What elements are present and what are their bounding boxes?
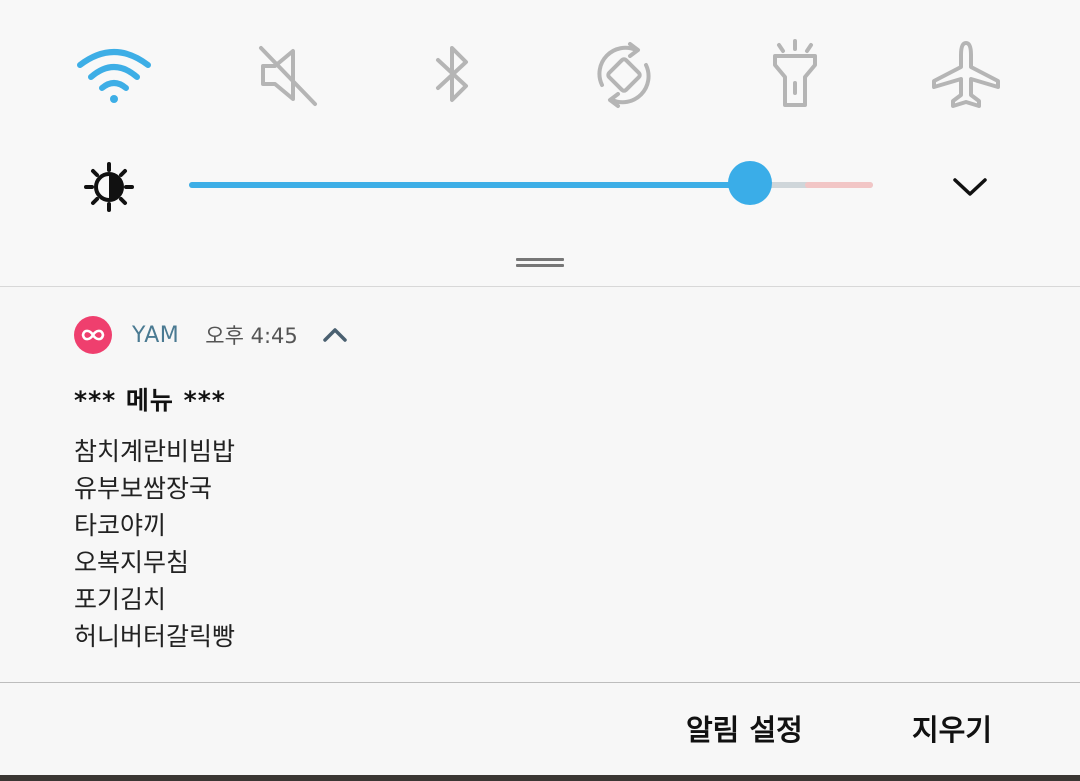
notification-body: 참치계란비빔밥 유부보쌈장국 타코야끼 오복지무침 포기김치 허니버터갈릭빵 [74, 433, 235, 655]
notification-actions: 알림 설정 지우기 [0, 683, 1080, 775]
menu-item: 타코야끼 [74, 511, 167, 540]
brightness-slider-fill [189, 182, 750, 188]
menu-item: 포기김치 [74, 585, 167, 614]
menu-item: 허니버터갈릭빵 [74, 622, 236, 651]
wifi-icon [74, 45, 154, 105]
quick-toggles-row [0, 0, 1080, 150]
notification-settings-button[interactable]: 알림 설정 [686, 707, 803, 749]
notification-shade: YAM 오후 4:45 *** 메뉴 *** 참치계란비빔밥 유부보쌈장국 타코… [0, 0, 1080, 781]
notification-header: YAM 오후 4:45 [74, 315, 350, 355]
brightness-slider-thumb[interactable] [728, 161, 772, 205]
app-name: YAM [132, 322, 180, 348]
sound-toggle[interactable] [238, 30, 338, 120]
background-strip [0, 775, 1080, 781]
menu-item: 오복지무침 [74, 548, 190, 577]
quick-settings-panel [0, 0, 1080, 286]
notification-card[interactable]: YAM 오후 4:45 *** 메뉴 *** 참치계란비빔밥 유부보쌈장국 타코… [0, 287, 1080, 682]
notification-title: *** 메뉴 *** [74, 386, 226, 415]
wifi-toggle[interactable] [64, 30, 164, 120]
brightness-high-zone [805, 182, 873, 188]
clear-button[interactable]: 지우기 [912, 707, 992, 749]
flashlight-icon [765, 39, 825, 111]
mute-icon [253, 40, 323, 110]
brightness-icon [84, 162, 134, 212]
bluetooth-toggle[interactable] [403, 30, 503, 120]
panel-drag-handle[interactable] [516, 256, 564, 268]
menu-item: 참치계란비빔밥 [74, 437, 236, 466]
infinity-icon [74, 316, 112, 354]
chevron-up-icon[interactable] [320, 320, 350, 350]
airplane-icon [930, 39, 1002, 111]
chevron-down-icon[interactable] [945, 162, 995, 212]
rotate-icon [588, 39, 660, 111]
menu-item: 유부보쌈장국 [74, 474, 213, 503]
notification-time: 오후 4:45 [205, 324, 298, 348]
airplane-toggle[interactable] [916, 30, 1016, 120]
brightness-row [0, 150, 1080, 220]
flashlight-toggle[interactable] [745, 30, 845, 120]
bluetooth-icon [428, 40, 478, 110]
auto-rotate-toggle[interactable] [574, 30, 674, 120]
